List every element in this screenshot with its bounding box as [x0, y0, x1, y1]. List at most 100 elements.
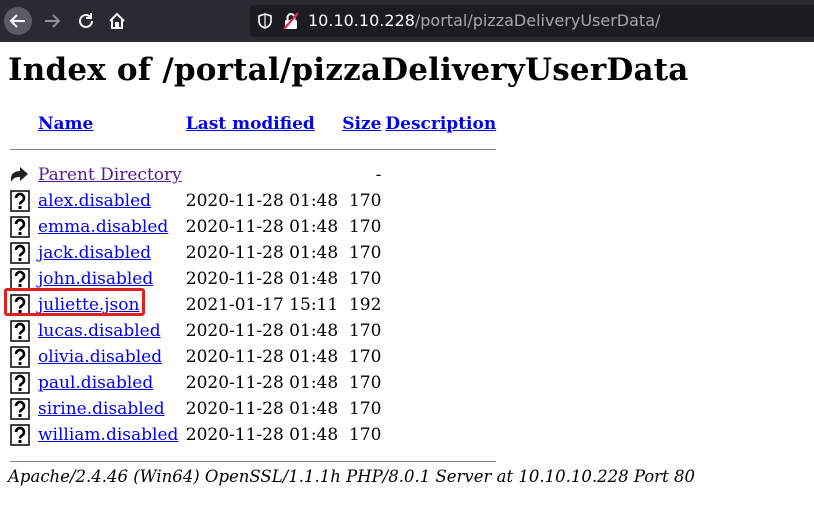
server-signature: Apache/2.4.46 (Win64) OpenSSL/1.1.1h PHP…: [8, 467, 695, 486]
file-size: 170: [348, 347, 382, 367]
file-name-cell: lucas.disabled: [36, 318, 184, 344]
home-button[interactable]: [103, 7, 131, 35]
icon-column-header: [8, 112, 36, 136]
file-size: 170: [348, 269, 382, 289]
unknown-file-icon: [10, 424, 30, 446]
unknown-file-icon: [10, 346, 30, 368]
file-description: [383, 422, 498, 448]
file-name-cell: sirine.disabled: [36, 396, 184, 422]
url-text[interactable]: 10.10.10.228/portal/pizzaDeliveryUserDat…: [308, 11, 660, 30]
description-column-header: Description: [383, 112, 498, 136]
file-icon-cell: [8, 188, 36, 214]
file-name-cell: alex.disabled: [36, 188, 184, 214]
parent-size: -: [375, 165, 382, 185]
file-row: jack.disabled 2020-11-28 01:48 170: [8, 240, 498, 266]
file-description: [383, 214, 498, 240]
arrow-right-icon: [45, 14, 61, 28]
file-modified: 2020-11-28 01:48: [185, 347, 339, 367]
sort-by-size-link[interactable]: Size: [342, 114, 381, 134]
unknown-file-icon: [10, 372, 30, 394]
modified-column-header: Last modified: [184, 112, 340, 136]
insecure-lock-icon[interactable]: [283, 12, 299, 30]
file-description: [383, 188, 498, 214]
back-button[interactable]: [4, 7, 32, 35]
unknown-file-icon: [10, 242, 30, 264]
file-modified: 2020-11-28 01:48: [185, 321, 339, 341]
shield-icon[interactable]: [258, 13, 272, 29]
file-link[interactable]: sirine.disabled: [38, 399, 165, 419]
back-folder-icon: [11, 167, 28, 182]
home-icon: [109, 12, 125, 29]
file-modified: 2020-11-28 01:48: [185, 399, 339, 419]
file-name-cell: jack.disabled: [36, 240, 184, 266]
file-name-cell: william.disabled: [36, 422, 184, 448]
juliette-highlight-box: [4, 288, 145, 316]
forward-button[interactable]: [38, 7, 66, 35]
file-modified: 2020-11-28 01:48: [185, 191, 339, 211]
file-size: 192: [348, 295, 382, 315]
file-size: 170: [348, 425, 382, 445]
file-row: alex.disabled 2020-11-28 01:48 170: [8, 188, 498, 214]
file-size: 170: [348, 217, 382, 237]
file-icon-cell: [8, 396, 36, 422]
unknown-file-icon: [10, 190, 30, 212]
file-link[interactable]: william.disabled: [38, 425, 178, 445]
file-link[interactable]: olivia.disabled: [38, 347, 162, 367]
header-row: Name Last modified Size Description: [8, 112, 498, 136]
file-description: [383, 370, 498, 396]
file-name-cell: emma.disabled: [36, 214, 184, 240]
file-link[interactable]: paul.disabled: [38, 373, 153, 393]
file-row: paul.disabled 2020-11-28 01:48 170: [8, 370, 498, 396]
file-size: 170: [348, 243, 382, 263]
name-column-header: Name: [36, 112, 184, 136]
page-title: Index of /portal/pizzaDeliveryUserData: [8, 52, 689, 88]
file-link[interactable]: john.disabled: [38, 269, 153, 289]
file-modified: 2020-11-28 01:48: [185, 217, 339, 237]
file-icon-cell: [8, 318, 36, 344]
file-modified: 2020-11-28 01:48: [185, 243, 339, 263]
file-icon-cell: [8, 422, 36, 448]
file-link[interactable]: emma.disabled: [38, 217, 168, 237]
parent-modified: [184, 162, 340, 188]
file-row: emma.disabled 2020-11-28 01:48 170: [8, 214, 498, 240]
file-name-cell: olivia.disabled: [36, 344, 184, 370]
parent-directory-row: Parent Directory -: [8, 162, 498, 188]
file-icon-cell: [8, 370, 36, 396]
file-size: 170: [348, 399, 382, 419]
file-modified: 2020-11-28 01:48: [185, 269, 339, 289]
unknown-file-icon: [10, 216, 30, 238]
file-row: william.disabled 2020-11-28 01:48 170: [8, 422, 498, 448]
reload-icon: [79, 13, 93, 28]
file-size: 170: [348, 191, 382, 211]
file-row: olivia.disabled 2020-11-28 01:48 170: [8, 344, 498, 370]
file-modified: 2020-11-28 01:48: [185, 425, 339, 445]
file-link[interactable]: alex.disabled: [38, 191, 151, 211]
arrow-left-icon: [9, 14, 25, 28]
file-link[interactable]: jack.disabled: [38, 243, 151, 263]
size-column-header: Size: [340, 112, 383, 136]
sort-by-description-link[interactable]: Description: [385, 114, 496, 134]
file-name-cell: paul.disabled: [36, 370, 184, 396]
file-icon-cell: [8, 214, 36, 240]
file-size: 170: [348, 373, 382, 393]
sort-by-modified-link[interactable]: Last modified: [186, 114, 315, 134]
file-link[interactable]: lucas.disabled: [38, 321, 161, 341]
url-host: 10.10.10.228: [308, 11, 415, 30]
file-modified: 2020-11-28 01:48: [185, 373, 339, 393]
file-icon-cell: [8, 344, 36, 370]
file-description: [383, 292, 498, 318]
file-description: [383, 344, 498, 370]
unknown-file-icon: [10, 268, 30, 290]
file-description: [383, 396, 498, 422]
reload-button[interactable]: [72, 7, 100, 35]
file-row: sirine.disabled 2020-11-28 01:48 170: [8, 396, 498, 422]
file-icon-cell: [8, 240, 36, 266]
browser-toolbar: 10.10.10.228/portal/pizzaDeliveryUserDat…: [0, 0, 814, 42]
address-bar[interactable]: 10.10.10.228/portal/pizzaDeliveryUserDat…: [250, 5, 814, 37]
url-path: /portal/pizzaDeliveryUserData/: [414, 11, 661, 30]
file-modified: 2021-01-17 15:11: [185, 295, 339, 315]
unknown-file-icon: [10, 398, 30, 420]
parent-directory-link[interactable]: Parent Directory: [38, 165, 182, 185]
unknown-file-icon: [10, 320, 30, 342]
sort-by-name-link[interactable]: Name: [38, 114, 93, 134]
